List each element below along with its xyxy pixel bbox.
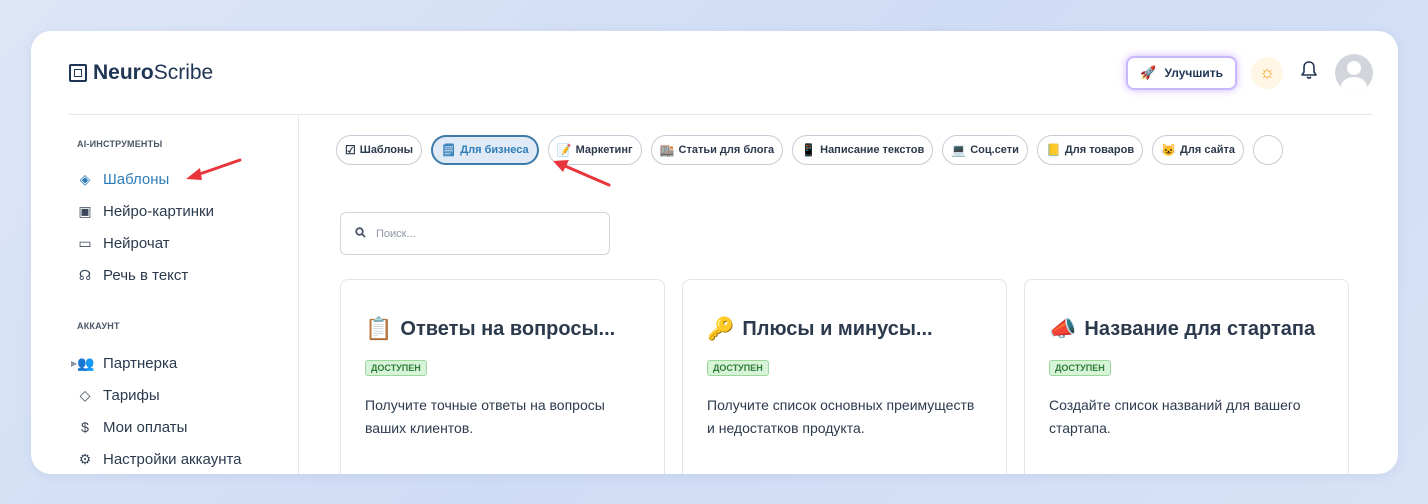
sidebar-item-label: Тарифы: [103, 386, 160, 404]
tab-label: Соц.сети: [970, 144, 1019, 156]
category-tabs: ☑ Шаблоны 🗒 Для бизнеса 📝 Маркетинг 🏬 Ст…: [336, 135, 1283, 165]
sidebar-item-speech-to-text[interactable]: ☊ Речь в текст: [77, 259, 298, 291]
tag-icon: ◇: [79, 386, 91, 403]
sidebar-item-neurochat[interactable]: ▭ Нейрочат: [77, 227, 298, 259]
sidebar-item-neuro-images[interactable]: ▣ Нейро-картинки: [77, 195, 298, 227]
card-description: Получите список основных преимуществ и н…: [707, 397, 975, 436]
card-description: Получите точные ответы на вопросы ваших …: [365, 397, 605, 436]
phone-icon: 📱: [801, 143, 817, 157]
sidebar-item-templates[interactable]: ◈ Шаблоны: [77, 163, 298, 195]
header: NeuroScribe 🚀 Улучшить ☼: [69, 31, 1373, 115]
card-title: Плюсы и минусы...: [742, 317, 933, 340]
caret-right-icon[interactable]: ▶: [71, 359, 77, 368]
laptop-icon: 💻: [951, 143, 967, 157]
tab-label: Для сайта: [1180, 144, 1235, 156]
logo[interactable]: NeuroScribe: [69, 61, 213, 85]
sidebar: AI-ИНСТРУМЕНТЫ ◈ Шаблоны ▣ Нейро-картинк…: [31, 115, 299, 474]
tab-templates[interactable]: ☑ Шаблоны: [336, 135, 423, 165]
status-badge: ДОСТУПЕН: [707, 360, 769, 376]
tab-label: Написание текстов: [820, 144, 925, 156]
app-window: NeuroScribe 🚀 Улучшить ☼ AI-ИНСТРУМЕНТЫ …: [31, 31, 1398, 474]
chat-icon: ▭: [78, 234, 92, 251]
avatar[interactable]: [1335, 53, 1373, 92]
tab-blog-articles[interactable]: 🏬 Статьи для блога: [650, 135, 784, 165]
template-cards: 📋 Ответы на вопросы... ДОСТУПЕН Получите…: [340, 279, 1349, 474]
settings-icon: ⚙: [78, 450, 92, 467]
search-box[interactable]: [340, 212, 610, 255]
list-icon: 📋: [365, 316, 393, 341]
tab-social[interactable]: 💻 Соц.сети: [942, 135, 1028, 165]
header-actions: 🚀 Улучшить ☼: [1126, 53, 1373, 92]
ledger-icon: 📒: [1045, 143, 1061, 157]
tab-website[interactable]: 😺 Для сайта: [1152, 135, 1244, 165]
bell-icon[interactable]: [1297, 60, 1321, 86]
template-card[interactable]: 🔑 Плюсы и минусы... ДОСТУПЕН Получите сп…: [682, 279, 1007, 474]
sidebar-section-account: АККАУНТ: [77, 321, 120, 331]
key-icon: 🔑: [707, 316, 735, 341]
status-badge: ДОСТУПЕН: [365, 360, 427, 376]
tab-copywriting[interactable]: 📱 Написание текстов: [792, 135, 934, 165]
card-title: Название для стартапа: [1084, 317, 1316, 340]
tab-label: Шаблоны: [359, 144, 414, 156]
building-icon: 🏬: [659, 143, 675, 157]
sidebar-item-partners[interactable]: ▶ 👥 Партнерка: [71, 347, 298, 379]
tab-label: Статьи для блога: [678, 144, 775, 156]
sidebar-item-label: Партнерка: [103, 354, 178, 372]
tab-business[interactable]: 🗒 Для бизнеса: [431, 135, 539, 165]
layers-icon: ◈: [79, 170, 91, 187]
image-icon: ▣: [78, 202, 92, 219]
logo-icon: [69, 63, 87, 82]
tab-marketing[interactable]: 📝 Маркетинг: [547, 135, 642, 165]
sidebar-item-label: Мои оплаты: [103, 418, 188, 436]
sidebar-item-label: Настройки аккаунта: [103, 450, 242, 468]
tab-label: Маркетинг: [575, 144, 633, 156]
logo-rest: Scribe: [153, 60, 214, 84]
sidebar-item-label: Речь в текст: [103, 266, 189, 284]
headphones-icon: ☊: [78, 266, 92, 283]
notepad-icon: 🗒: [441, 143, 457, 157]
sidebar-item-label: Нейрочат: [103, 234, 170, 252]
sidebar-item-settings[interactable]: ⚙ Настройки аккаунта: [77, 443, 298, 474]
tab-more[interactable]: [1252, 135, 1283, 165]
megaphone-icon: 📣: [1049, 316, 1077, 341]
sidebar-item-payments[interactable]: $ Мои оплаты: [77, 411, 298, 443]
status-badge: ДОСТУПЕН: [1049, 360, 1111, 376]
checkbox-icon: ☑: [345, 143, 356, 157]
card-title: Ответы на вопросы...: [400, 317, 616, 340]
dollar-icon: $: [81, 419, 89, 435]
tab-label: Для товаров: [1064, 144, 1135, 156]
sidebar-item-label: Шаблоны: [103, 170, 170, 188]
theme-toggle-sun-icon[interactable]: ☼: [1251, 56, 1283, 89]
tab-label: Для бизнеса: [460, 144, 529, 156]
upgrade-label: Улучшить: [1164, 65, 1223, 80]
card-description: Создайте список названий для вашего стар…: [1049, 397, 1301, 436]
sidebar-section-tools: AI-ИНСТРУМЕНТЫ: [77, 139, 163, 149]
template-card[interactable]: 📋 Ответы на вопросы... ДОСТУПЕН Получите…: [340, 279, 665, 474]
upgrade-button[interactable]: 🚀 Улучшить: [1126, 55, 1237, 90]
search-icon: [355, 226, 366, 241]
cat-icon: 😺: [1161, 143, 1177, 157]
main-content: ☑ Шаблоны 🗒 Для бизнеса 📝 Маркетинг 🏬 Ст…: [300, 115, 1398, 474]
tab-products[interactable]: 📒 Для товаров: [1036, 135, 1144, 165]
users-icon: 👥: [77, 354, 95, 371]
template-card[interactable]: 📣 Название для стартапа ДОСТУПЕН Создайт…: [1024, 279, 1349, 474]
sidebar-item-label: Нейро-картинки: [103, 202, 214, 220]
rocket-icon: 🚀: [1140, 64, 1157, 80]
memo-icon: 📝: [556, 143, 572, 157]
sidebar-item-tariffs[interactable]: ◇ Тарифы: [77, 379, 298, 411]
logo-bold: Neuro: [93, 60, 154, 84]
search-input[interactable]: [376, 227, 576, 240]
